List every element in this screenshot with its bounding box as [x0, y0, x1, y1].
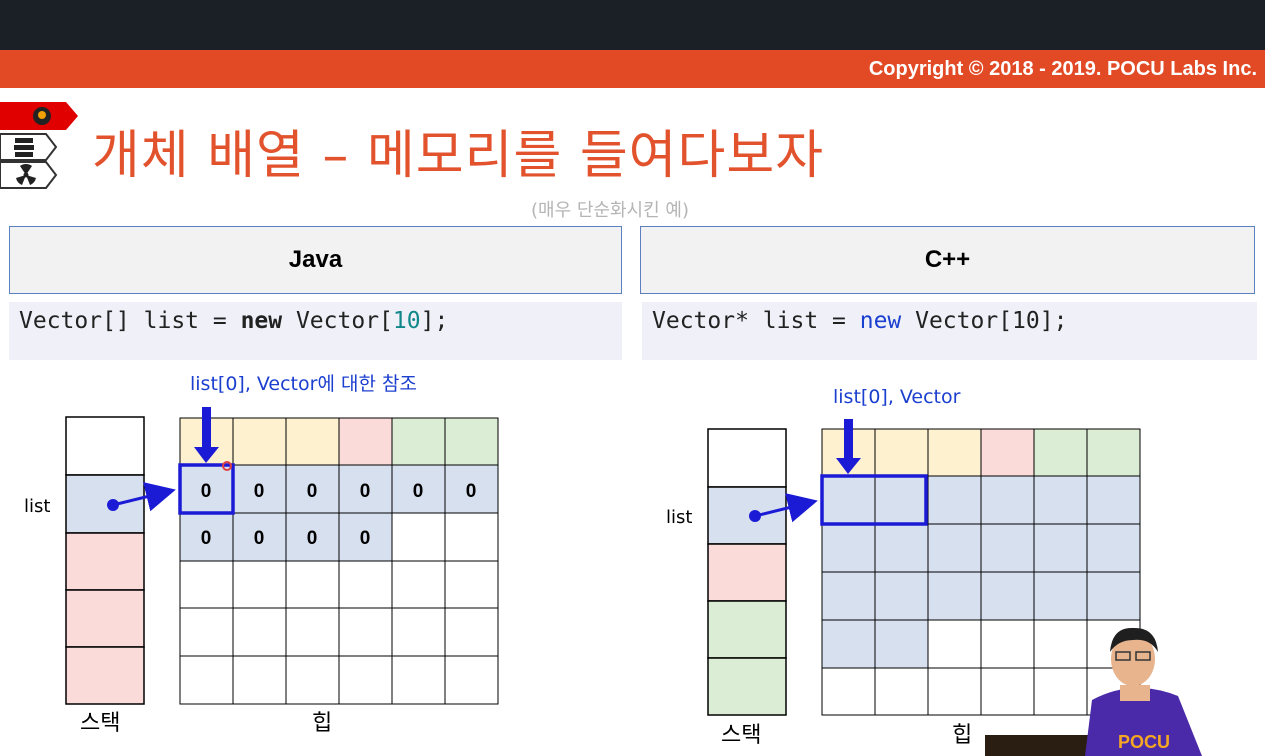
- java-cell-value: 0: [413, 481, 424, 502]
- java-stack: [65, 416, 145, 705]
- java-list-label: list: [24, 496, 50, 517]
- java-heap: [178, 417, 499, 705]
- cpp-heap-label: 힙: [952, 723, 972, 748]
- cpp-stack: [707, 428, 787, 716]
- java-cell-value: 0: [201, 481, 212, 502]
- java-cell-value: 0: [466, 481, 477, 502]
- java-cell-value: 0: [307, 481, 318, 502]
- java-cell-value: 0: [307, 528, 318, 549]
- cpp-list-label: list: [666, 507, 692, 528]
- svg-text:POCU: POCU: [1118, 732, 1170, 752]
- java-pointer-label: list[0], Vector에 대한 참조: [190, 373, 417, 395]
- java-cell-value: 0: [254, 528, 265, 549]
- java-cell-value: 0: [254, 481, 265, 502]
- memory-diagrams: list 스택 0 0 0 0 0 0 0 0 0 0 힙 list[0], V…: [24, 373, 1202, 756]
- java-stack-label: 스택: [80, 711, 120, 736]
- java-heap-label: 힙: [312, 711, 332, 736]
- cpp-stack-label: 스택: [721, 723, 761, 748]
- cpp-heap: [820, 428, 1141, 716]
- java-cell-value: 0: [201, 528, 212, 549]
- java-cell-value: 0: [360, 528, 371, 549]
- java-cell-value: 0: [360, 481, 371, 502]
- cpp-pointer-label: list[0], Vector: [833, 386, 961, 408]
